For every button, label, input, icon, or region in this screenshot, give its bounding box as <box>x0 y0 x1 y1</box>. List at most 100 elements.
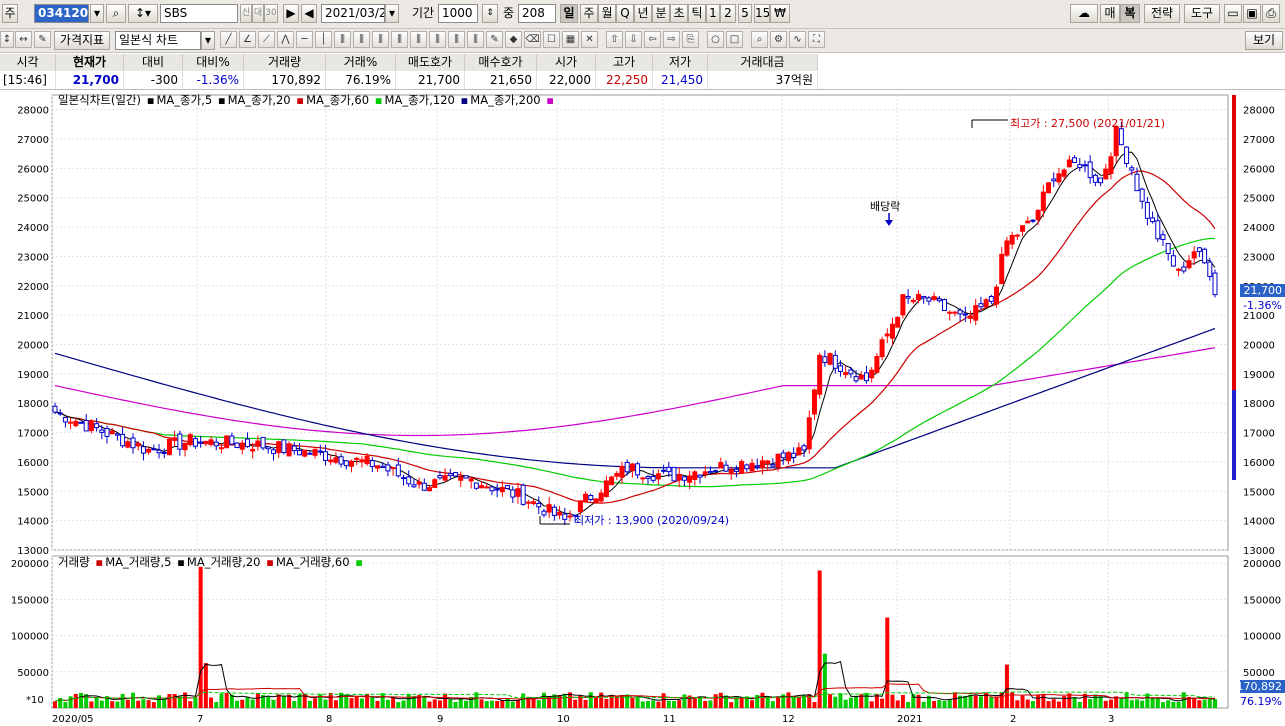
period-spin-icon[interactable]: ⇕ <box>482 4 498 23</box>
volume-bar <box>880 698 885 708</box>
line-icon[interactable]: ╱ <box>220 31 237 48</box>
edit-icon[interactable]: ✎ <box>34 31 51 48</box>
bars5-icon[interactable]: ⫼ <box>410 31 427 48</box>
candle-body <box>317 450 323 453</box>
arrow-up-icon[interactable]: ⇧ <box>606 31 623 48</box>
candle-body <box>1165 243 1171 255</box>
stock-chart[interactable]: 13000 13000 14000 14000 15000 15000 16000 16000… <box>0 90 1285 726</box>
wave-icon[interactable]: ∿ <box>789 31 806 48</box>
candle-body <box>146 448 152 453</box>
stock-code-input[interactable]: 034120 <box>34 4 89 23</box>
print-icon[interactable]: ⎙ <box>1262 4 1280 23</box>
zoom-icon[interactable]: ⌕ <box>751 31 768 48</box>
folder-icon[interactable]: ▭ <box>1224 4 1242 23</box>
save-icon[interactable]: ▣ <box>1243 4 1261 23</box>
legend-ma60: MA_종가,60 <box>306 93 370 107</box>
volume-bar <box>515 700 520 708</box>
volume-bar <box>869 701 874 708</box>
pencil-icon[interactable]: ✎ <box>486 31 503 48</box>
angle-icon[interactable]: ∠ <box>239 31 256 48</box>
candle-body <box>166 438 172 456</box>
price-tick-right-8: 21000 <box>1243 311 1275 322</box>
date-input[interactable]: 2021/03/26 <box>321 4 385 23</box>
count-input[interactable]: 208 <box>518 4 556 23</box>
grid-icon[interactable]: ▦ <box>562 31 579 48</box>
interval-button-4[interactable]: 년 <box>634 4 652 23</box>
candle-body <box>874 356 880 373</box>
interval-button-7[interactable]: 틱 <box>688 4 706 23</box>
chart-type-dropdown-button[interactable]: ▾ <box>201 31 215 50</box>
volume-bar <box>817 570 822 708</box>
bars7-icon[interactable]: ⫼ <box>448 31 465 48</box>
interval-button-0[interactable]: 일 <box>560 4 578 23</box>
interval-button-3[interactable]: Q <box>616 4 634 23</box>
interval-button-9[interactable]: 2 <box>720 4 736 23</box>
bars2-icon[interactable]: ⫼ <box>353 31 370 48</box>
price-tick-left-0: 13000 <box>17 546 49 557</box>
interval-button-5[interactable]: 분 <box>652 4 670 23</box>
note-icon[interactable]: ☐ <box>543 31 560 48</box>
bars6-icon[interactable]: ⫼ <box>429 31 446 48</box>
interval-button-6[interactable]: 초 <box>670 4 688 23</box>
arrow-down-icon[interactable]: ⇩ <box>625 31 642 48</box>
settings-icon[interactable]: ⚙ <box>770 31 787 48</box>
arrow-right-icon[interactable]: ⇨ <box>663 31 680 48</box>
strategy-button[interactable]: 전략 <box>1144 4 1180 23</box>
bars4-icon[interactable]: ⫼ <box>391 31 408 48</box>
up-down-arrow-icon[interactable]: ↕ <box>0 31 14 48</box>
bars8-icon[interactable]: ⫼ <box>467 31 484 48</box>
interval-button-10[interactable]: 5 <box>738 4 752 23</box>
hline-icon[interactable]: ─ <box>296 31 313 48</box>
volume-bar <box>692 697 697 708</box>
tag-sin[interactable]: 신 <box>240 4 252 23</box>
candle-body <box>666 466 672 473</box>
cloud-icon[interactable]: ☁ <box>1070 4 1098 23</box>
export-icon[interactable]: ⎘ <box>682 31 699 48</box>
play-back-icon[interactable]: ◀ <box>301 4 317 23</box>
volume-bar <box>1124 692 1129 708</box>
volume-tick-left-2: 150000 <box>11 595 49 606</box>
bars3-icon[interactable]: ⫼ <box>372 31 389 48</box>
view-button[interactable]: 보기 <box>1245 31 1283 50</box>
search-icon[interactable]: ⌕ <box>106 4 126 23</box>
market-button[interactable]: 주 <box>2 4 18 23</box>
price-tick-left-11: 24000 <box>17 223 49 234</box>
tag-30[interactable]: 30 <box>264 4 278 23</box>
remove-icon[interactable]: ✕ <box>581 31 598 48</box>
circle-icon[interactable]: ○ <box>707 31 724 48</box>
fan-icon[interactable]: ⋀ <box>277 31 294 48</box>
play-forward-icon[interactable]: ▶ <box>283 4 299 23</box>
interval-button-1[interactable]: 주 <box>580 4 598 23</box>
eraser-icon[interactable]: ⌫ <box>524 31 541 48</box>
interval-button-2[interactable]: 월 <box>598 4 616 23</box>
candle-body <box>442 475 448 481</box>
code-dropdown-button[interactable]: ▾ <box>90 4 104 23</box>
arrow-left-icon[interactable]: ⇦ <box>644 31 661 48</box>
duplicate-button[interactable]: 복 <box>1120 4 1140 23</box>
chart-type-select[interactable]: 일본식 차트 <box>115 31 201 50</box>
rect-icon[interactable]: □ <box>726 31 743 48</box>
indicator-button[interactable]: 가격지표 <box>54 31 110 50</box>
candle-body <box>541 510 547 516</box>
sort-icon[interactable]: ↕▾ <box>128 4 158 23</box>
color-icon[interactable]: ◆ <box>505 31 522 48</box>
left-right-arrow-icon[interactable]: ↔ <box>15 31 32 48</box>
tools-button[interactable]: 도구 <box>1184 4 1220 23</box>
buy-button[interactable]: 매 <box>1100 4 1120 23</box>
period-input[interactable]: 1000 <box>438 4 478 23</box>
tag-dae[interactable]: 대 <box>252 4 264 23</box>
interval-button-12[interactable]: ₩ <box>770 4 790 23</box>
legend-vol-ma60: MA_거래량,60 <box>275 555 350 569</box>
candle-body <box>754 465 760 468</box>
interval-button-8[interactable]: 1 <box>706 4 720 23</box>
fullscreen-icon[interactable]: ⛶ <box>808 31 825 48</box>
candle-body <box>1040 191 1046 211</box>
trend-icon[interactable]: ⟋ <box>258 31 275 48</box>
volume-bar <box>885 617 890 708</box>
interval-button-11[interactable]: 15 <box>754 4 770 23</box>
vline-icon[interactable]: │ <box>315 31 332 48</box>
quote-value-5: 76.19% <box>326 72 396 89</box>
bars1-icon[interactable]: ⫼ <box>334 31 351 48</box>
volume-bar <box>536 700 541 708</box>
date-dropdown-button[interactable]: ▾ <box>385 4 399 23</box>
